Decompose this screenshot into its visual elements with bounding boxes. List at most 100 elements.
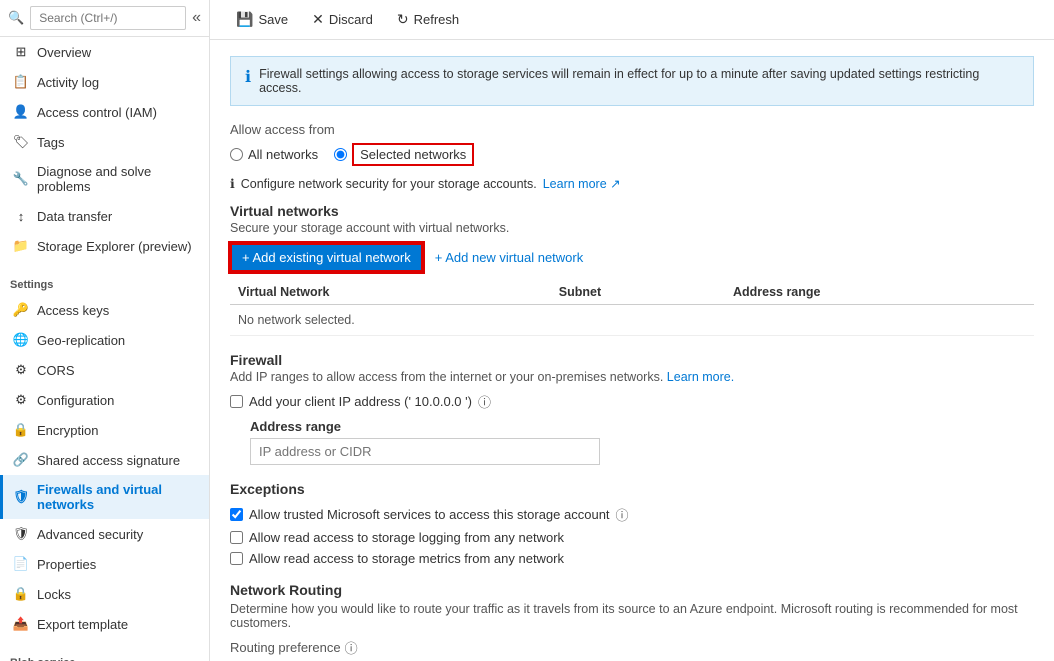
sidebar-item-label: Configuration (37, 393, 114, 408)
add-existing-vn-label: + Add existing virtual network (242, 250, 411, 265)
refresh-label: Refresh (414, 12, 460, 27)
table-row: No network selected. (230, 305, 1034, 336)
sidebar-item-label: Storage Explorer (preview) (37, 239, 192, 254)
exc-row-3[interactable]: Allow read access to storage metrics fro… (230, 551, 1034, 566)
advanced-security-icon: 🛡 (13, 526, 29, 542)
vn-col-name: Virtual Network (230, 280, 551, 305)
refresh-icon: ↻ (397, 11, 409, 28)
export-template-icon: 📤 (13, 616, 29, 632)
configure-text: Configure network security for your stor… (241, 177, 537, 191)
sidebar-item-tags[interactable]: 🏷 Tags (0, 127, 209, 157)
exc-row-2[interactable]: Allow read access to storage logging fro… (230, 530, 1034, 545)
vn-table: Virtual Network Subnet Address range No … (230, 280, 1034, 336)
configure-info: ℹ Configure network security for your st… (230, 176, 1034, 191)
sidebar-item-encryption[interactable]: 🔒Encryption (0, 415, 209, 445)
fw-learn-more-link[interactable]: Learn more. (667, 370, 734, 384)
routing-pref-text: Routing preference (230, 640, 341, 655)
fw-client-ip-checkbox[interactable] (230, 395, 243, 408)
diagnose-icon: 🔧 (13, 171, 29, 187)
info-banner-text: Firewall settings allowing access to sto… (259, 67, 1019, 95)
sidebar-item-properties[interactable]: 📄Properties (0, 549, 209, 579)
properties-icon: 📄 (13, 556, 29, 572)
add-existing-vn-button[interactable]: + Add existing virtual network (230, 243, 423, 272)
toolbar: 💾 Save ✕ Discard ↻ Refresh (210, 0, 1054, 40)
routing-title: Network Routing (230, 582, 1034, 598)
storage-explorer-icon: 📁 (13, 238, 29, 254)
exc-cb3[interactable] (230, 552, 243, 565)
search-icon: 🔍 (8, 10, 24, 26)
geo-replication-icon: 🌐 (13, 332, 29, 348)
exceptions-section: Exceptions Allow trusted Microsoft servi… (230, 481, 1034, 566)
exc-cb1-label: Allow trusted Microsoft services to acce… (249, 507, 610, 522)
external-link-icon: ↗ (610, 177, 620, 191)
address-range-input[interactable] (250, 438, 600, 465)
vn-col-subnet: Subnet (551, 280, 725, 305)
exc-cb2[interactable] (230, 531, 243, 544)
search-bar[interactable]: 🔍 « (0, 0, 209, 37)
sidebar-item-access-control[interactable]: 👤Access control (IAM) (0, 97, 209, 127)
sidebar-item-label: Geo-replication (37, 333, 125, 348)
discard-label: Discard (329, 12, 373, 27)
blob-section-label: Blob service (0, 647, 209, 661)
radio-all-networks-input[interactable] (230, 148, 243, 161)
sidebar-item-locks[interactable]: 🔒 Locks (0, 579, 209, 609)
routing-section: Network Routing Determine how you would … (230, 582, 1034, 661)
fw-learn-more-text: Learn more. (667, 370, 734, 384)
vn-col-address: Address range (725, 280, 1034, 305)
save-label: Save (258, 12, 288, 27)
address-range-label: Address range (250, 419, 1034, 434)
fw-client-ip-label: Add your client IP address (' 10.0.0.0 '… (249, 394, 472, 409)
sidebar-item-label: Data transfer (37, 209, 112, 224)
sidebar-item-label: Diagnose and solve problems (37, 164, 199, 194)
sidebar-item-label: Locks (37, 587, 71, 602)
discard-button[interactable]: ✕ Discard (302, 6, 383, 33)
radio-selected-networks-input[interactable] (334, 148, 347, 161)
sidebar-top-section: ⊞Overview📋Activity log👤Access control (I… (0, 37, 209, 261)
access-control-icon: 👤 (13, 104, 29, 120)
exc-row-1[interactable]: Allow trusted Microsoft services to acce… (230, 505, 1034, 524)
collapse-sidebar-btn[interactable]: « (192, 9, 201, 27)
shared-access-icon: 🔗 (13, 452, 29, 468)
radio-all-networks[interactable]: All networks (230, 147, 318, 162)
search-input[interactable] (30, 6, 186, 30)
data-transfer-icon: ↕ (13, 208, 29, 224)
sidebar-item-label: Advanced security (37, 527, 143, 542)
sidebar-item-geo-replication[interactable]: 🌐 Geo-replication (0, 325, 209, 355)
refresh-button[interactable]: ↻ Refresh (387, 6, 469, 33)
sidebar-item-label: Shared access signature (37, 453, 180, 468)
fw-info-icon: ⓘ (478, 392, 491, 411)
sidebar-item-shared-access[interactable]: 🔗 Shared access signature (0, 445, 209, 475)
firewalls-icon: 🛡 (13, 489, 29, 505)
exc-info-icon-1: ⓘ (616, 505, 629, 524)
save-icon: 💾 (236, 11, 253, 28)
save-button[interactable]: 💾 Save (226, 6, 298, 33)
exc-cb1[interactable] (230, 508, 243, 521)
locks-icon: 🔒 (13, 586, 29, 602)
virtual-networks-section: Virtual networks Secure your storage acc… (230, 203, 1034, 336)
sidebar-item-cors[interactable]: ⚙CORS (0, 355, 209, 385)
no-network-msg: No network selected. (230, 305, 1034, 336)
radio-selected-networks[interactable]: Selected networks (334, 143, 474, 166)
allow-access-radio-group: All networks Selected networks (230, 143, 1034, 166)
sidebar-item-data-transfer[interactable]: ↕ Data transfer (0, 201, 209, 231)
sidebar-item-export-template[interactable]: 📤Export template (0, 609, 209, 639)
sidebar-item-activity-log[interactable]: 📋Activity log (0, 67, 209, 97)
exc-cb3-label: Allow read access to storage metrics fro… (249, 551, 564, 566)
sidebar: 🔍 « ⊞Overview📋Activity log👤Access contro… (0, 0, 210, 661)
activity-log-icon: 📋 (13, 74, 29, 90)
sidebar-item-firewalls[interactable]: 🛡Firewalls and virtual networks (0, 475, 209, 519)
sidebar-item-label: Tags (37, 135, 64, 150)
tags-icon: 🏷 (13, 134, 29, 150)
sidebar-item-diagnose[interactable]: 🔧 Diagnose and solve problems (0, 157, 209, 201)
settings-section-label: Settings (0, 269, 209, 295)
add-new-vn-button[interactable]: + Add new virtual network (435, 250, 584, 265)
sidebar-item-label: Overview (37, 45, 91, 60)
sidebar-item-advanced-security[interactable]: 🛡 Advanced security (0, 519, 209, 549)
fw-client-ip-row[interactable]: Add your client IP address (' 10.0.0.0 '… (230, 392, 1034, 411)
sidebar-item-overview[interactable]: ⊞Overview (0, 37, 209, 67)
sidebar-item-access-keys[interactable]: 🔑Access keys (0, 295, 209, 325)
sidebar-item-storage-explorer[interactable]: 📁 Storage Explorer (preview) (0, 231, 209, 261)
learn-more-link[interactable]: Learn more ↗ (543, 176, 621, 191)
sidebar-item-label: CORS (37, 363, 75, 378)
sidebar-item-configuration[interactable]: ⚙Configuration (0, 385, 209, 415)
